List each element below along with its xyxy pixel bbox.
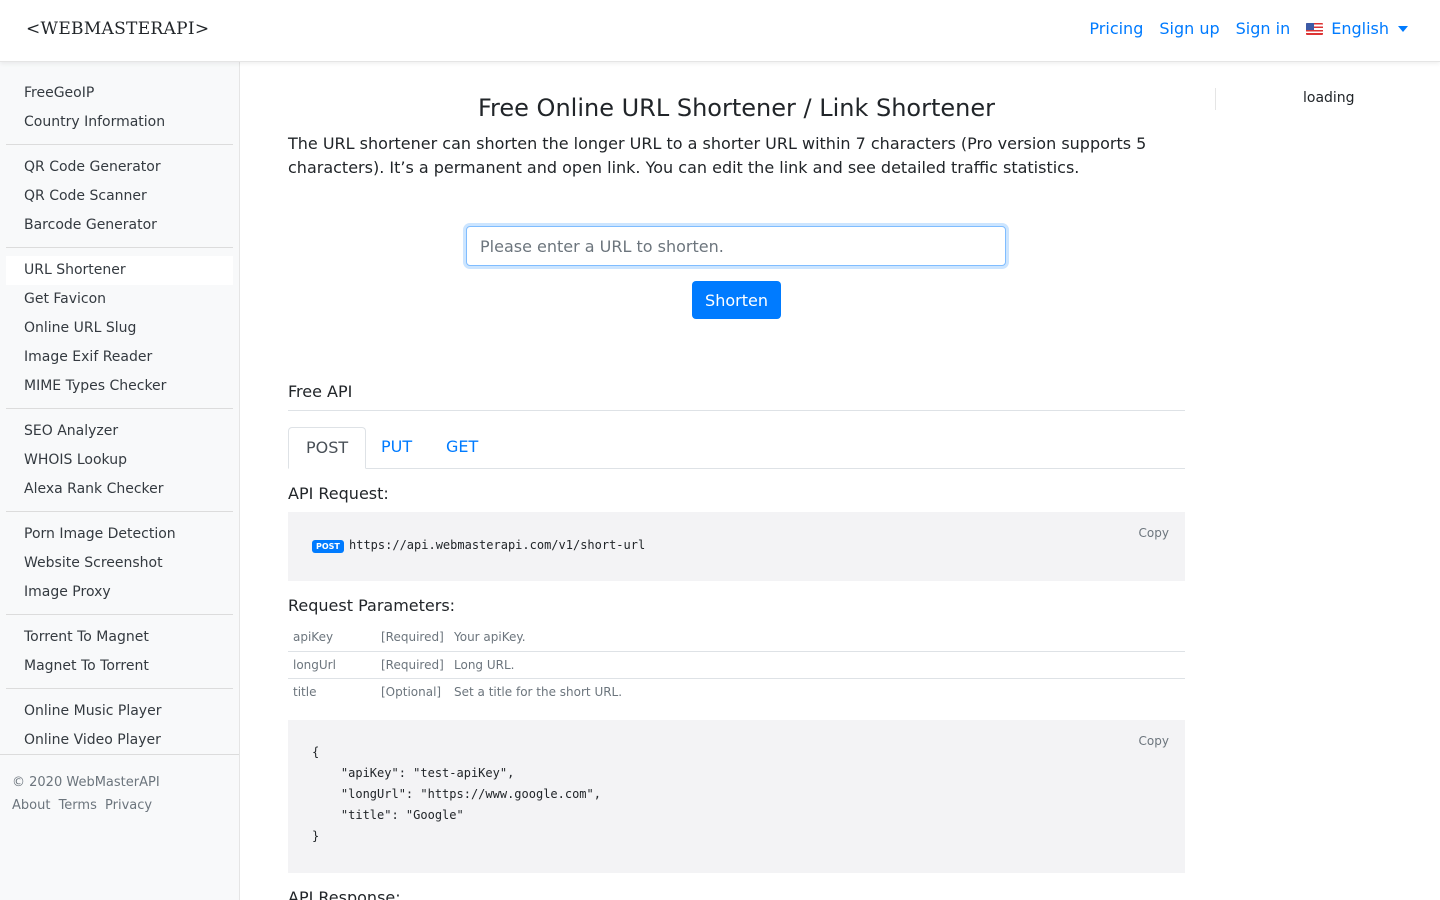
sidebar-group-torrent: Torrent To Magnet Magnet To Torrent bbox=[6, 615, 233, 689]
top-nav: Pricing Sign up Sign in English bbox=[1073, 19, 1408, 38]
sidebar-item-get-favicon[interactable]: Get Favicon bbox=[6, 285, 233, 314]
param-required: [Required] bbox=[376, 624, 449, 652]
language-label: English bbox=[1331, 19, 1389, 38]
param-required: [Optional] bbox=[381, 684, 442, 699]
language-dropdown[interactable]: English bbox=[1306, 19, 1408, 38]
sidebar-item-magnet-to-torrent[interactable]: Magnet To Torrent bbox=[6, 652, 233, 681]
tab-put[interactable]: PUT bbox=[364, 427, 429, 469]
api-response-label: API Response: bbox=[288, 888, 401, 900]
table-row: title [Optional] Set a title for the sho… bbox=[288, 678, 1185, 705]
sidebar-item-online-url-slug[interactable]: Online URL Slug bbox=[6, 314, 233, 343]
param-name: longUrl bbox=[288, 651, 376, 679]
footer-about-link[interactable]: About bbox=[12, 798, 50, 813]
param-required: [Required] bbox=[376, 651, 449, 679]
api-method-tabs: POST PUT GET bbox=[288, 427, 1185, 469]
right-panel: loading bbox=[1215, 88, 1440, 110]
caret-down-icon bbox=[1398, 25, 1408, 32]
sidebar-group-image: Porn Image Detection Website Screenshot … bbox=[6, 512, 233, 615]
sidebar-item-country-information[interactable]: Country Information bbox=[6, 108, 233, 137]
sidebar-item-torrent-to-magnet[interactable]: Torrent To Magnet bbox=[6, 623, 233, 652]
page-title: Free Online URL Shortener / Link Shorten… bbox=[478, 94, 995, 122]
request-body-example-box: Copy { "apiKey": "test-apiKey", "longUrl… bbox=[288, 720, 1185, 873]
us-flag-icon bbox=[1306, 22, 1324, 35]
footer-terms-link[interactable]: Terms bbox=[59, 798, 97, 813]
request-parameters-table: apiKey [Required] Your apiKey. longUrl [… bbox=[288, 624, 1185, 705]
sidebar-item-whois-lookup[interactable]: WHOIS Lookup bbox=[6, 446, 233, 475]
loading-status: loading bbox=[1303, 90, 1355, 106]
nav-signin-link[interactable]: Sign in bbox=[1236, 19, 1291, 38]
brand-logo[interactable]: <WEBMASTERAPI> bbox=[26, 19, 209, 39]
sidebar: FreeGeoIP Country Information QR Code Ge… bbox=[0, 62, 240, 900]
sidebar-item-url-shortener[interactable]: URL Shortener bbox=[6, 256, 233, 285]
sidebar-item-barcode-generator[interactable]: Barcode Generator bbox=[6, 211, 233, 240]
footer-privacy-link[interactable]: Privacy bbox=[105, 798, 152, 813]
method-badge: POST bbox=[312, 540, 344, 553]
shorten-button[interactable]: Shorten bbox=[692, 281, 781, 319]
sidebar-item-alexa-rank-checker[interactable]: Alexa Rank Checker bbox=[6, 475, 233, 504]
api-endpoint-url: https://api.webmasterapi.com/v1/short-ur… bbox=[349, 538, 646, 552]
sidebar-item-seo-analyzer[interactable]: SEO Analyzer bbox=[6, 417, 233, 446]
sidebar-item-qr-code-generator[interactable]: QR Code Generator bbox=[6, 153, 233, 182]
sidebar-item-freegeoip[interactable]: FreeGeoIP bbox=[6, 79, 233, 108]
sidebar-item-porn-image-detection[interactable]: Porn Image Detection bbox=[6, 520, 233, 549]
free-api-heading: Free API bbox=[288, 382, 1185, 411]
table-row: longUrl [Required] Long URL. bbox=[288, 651, 1185, 679]
sidebar-item-mime-types-checker[interactable]: MIME Types Checker bbox=[6, 372, 233, 401]
param-description: Your apiKey. bbox=[449, 624, 1185, 652]
copy-request-button[interactable]: Copy bbox=[1139, 526, 1169, 540]
param-name: apiKey bbox=[288, 624, 376, 652]
param-description: Set a title for the short URL. bbox=[454, 684, 623, 699]
top-navbar: <WEBMASTERAPI> Pricing Sign up Sign in E… bbox=[0, 0, 1440, 62]
copy-body-button[interactable]: Copy bbox=[1139, 734, 1169, 748]
page-description: The URL shortener can shorten the longer… bbox=[288, 134, 1147, 177]
sidebar-footer: © 2020 WebMasterAPI About Terms Privacy bbox=[0, 754, 239, 833]
tab-get[interactable]: GET bbox=[429, 427, 495, 469]
param-name: title bbox=[293, 684, 317, 699]
api-request-box: Copy POST https://api.webmasterapi.com/v… bbox=[288, 512, 1185, 581]
tab-post[interactable]: POST bbox=[288, 427, 367, 469]
sidebar-item-qr-code-scanner[interactable]: QR Code Scanner bbox=[6, 182, 233, 211]
url-input[interactable] bbox=[466, 226, 1006, 266]
nav-pricing-link[interactable]: Pricing bbox=[1089, 19, 1143, 38]
sidebar-item-online-music-player[interactable]: Online Music Player bbox=[6, 697, 233, 726]
sidebar-item-image-exif-reader[interactable]: Image Exif Reader bbox=[6, 343, 233, 372]
api-request-label: API Request: bbox=[288, 484, 389, 503]
nav-signup-link[interactable]: Sign up bbox=[1159, 19, 1219, 38]
sidebar-item-online-video-player[interactable]: Online Video Player bbox=[6, 726, 233, 755]
table-row: apiKey [Required] Your apiKey. bbox=[288, 624, 1185, 652]
copyright-text: © 2020 WebMasterAPI bbox=[12, 775, 160, 790]
sidebar-group-seo: SEO Analyzer WHOIS Lookup Alexa Rank Che… bbox=[6, 409, 233, 512]
param-description: Long URL. bbox=[449, 651, 1185, 679]
sidebar-item-website-screenshot[interactable]: Website Screenshot bbox=[6, 549, 233, 578]
sidebar-group-url: URL Shortener Get Favicon Online URL Slu… bbox=[6, 248, 233, 409]
sidebar-group-codes: QR Code Generator QR Code Scanner Barcod… bbox=[6, 145, 233, 248]
sidebar-group-media: Online Music Player Online Video Player bbox=[6, 689, 233, 762]
sidebar-group-geo: FreeGeoIP Country Information bbox=[6, 62, 233, 145]
request-parameters-label: Request Parameters: bbox=[288, 596, 456, 615]
request-body-json: { "apiKey": "test-apiKey", "longUrl": "h… bbox=[312, 745, 601, 843]
sidebar-item-image-proxy[interactable]: Image Proxy bbox=[6, 578, 233, 607]
